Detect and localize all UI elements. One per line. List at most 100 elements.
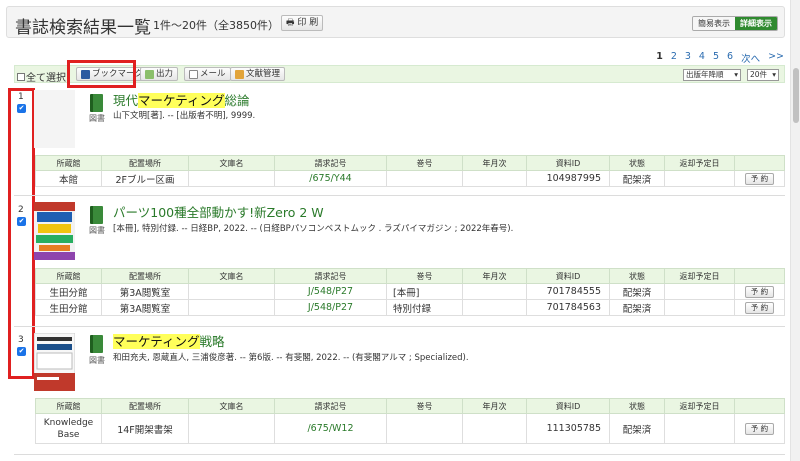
- library-cell: 生田分館: [35, 283, 102, 300]
- magazine-cover-image: [34, 202, 75, 260]
- record-title-link[interactable]: マーケティング戦略: [113, 331, 225, 350]
- holdings-table: 所蔵館 配置場所 文庫名 請求記号 巻号 年月次 資料ID 状態 返却予定日 生…: [35, 268, 785, 316]
- library-cell: Knowledge Base: [35, 413, 102, 444]
- holdings-header-row: 所蔵館 配置場所 文庫名 請求記号 巻号 年月次 資料ID 状態 返却予定日: [35, 155, 785, 171]
- year-cell: [462, 299, 527, 316]
- reserve-button[interactable]: 予 約: [744, 172, 775, 185]
- column-header: 配置場所: [101, 268, 189, 284]
- record-checkbox[interactable]: ✔: [17, 347, 26, 356]
- record-number: 2: [18, 205, 24, 215]
- page-link-1[interactable]: 1: [656, 51, 663, 65]
- book-icon: [90, 335, 103, 353]
- column-header: 文庫名: [188, 155, 275, 171]
- column-header: [734, 398, 785, 414]
- record-divider: [14, 195, 785, 196]
- page-link-4[interactable]: 4: [699, 51, 705, 65]
- select-all-checkbox[interactable]: 全て選択: [17, 69, 66, 84]
- record-checkbox[interactable]: ✔: [17, 217, 26, 226]
- reserve-cell: 予 約: [734, 283, 785, 300]
- column-header: 巻号: [386, 398, 463, 414]
- chevron-down-icon: ▾: [772, 70, 776, 79]
- reference-manage-button[interactable]: 文献管理: [230, 67, 286, 81]
- column-header: 年月次: [462, 155, 527, 171]
- reserve-button[interactable]: 予 約: [744, 285, 775, 298]
- call-number-link[interactable]: /675/W12: [274, 413, 387, 444]
- holding-row: 生田分館 第3A閲覧室 J/548/P27 [本冊] 701784555 配架済…: [35, 283, 785, 300]
- status-cell: 配架済: [609, 170, 665, 187]
- next-page-link[interactable]: 次へ: [741, 51, 760, 65]
- mail-button[interactable]: メール: [184, 67, 231, 81]
- holding-row: 本館 2Fブルー区画 /675/Y44 104987995 配架済 予 約: [35, 170, 785, 187]
- column-header: 返却予定日: [664, 268, 735, 284]
- simple-view-button[interactable]: 簡易表示: [693, 17, 735, 30]
- book-icon: [90, 94, 103, 112]
- column-header: 状態: [609, 155, 665, 171]
- print-button[interactable]: 🖶 印 刷: [281, 15, 324, 31]
- library-cell: 本館: [35, 170, 102, 187]
- record-title-link[interactable]: 現代マーケティング総論: [113, 90, 250, 109]
- holdings-header-row: 所蔵館 配置場所 文庫名 請求記号 巻号 年月次 資料ID 状態 返却予定日: [35, 398, 785, 414]
- column-header: 資料ID: [526, 155, 610, 171]
- book-cover: [34, 90, 75, 148]
- folder-icon: [235, 69, 244, 79]
- pagination: 1 2 3 4 5 6 次へ >>: [656, 51, 784, 65]
- mail-icon: [189, 69, 198, 79]
- column-header: 配置場所: [101, 155, 189, 171]
- call-number-link[interactable]: J/548/P27: [274, 283, 387, 300]
- per-page-select[interactable]: 20件 ▾: [747, 69, 779, 81]
- status-cell: 配架済: [609, 413, 665, 444]
- chevron-down-icon: ▾: [734, 70, 738, 79]
- page-link-6[interactable]: 6: [727, 51, 733, 65]
- column-header: [734, 155, 785, 171]
- location-cell: 第3A閲覧室: [101, 299, 189, 316]
- location-cell: 14F開架書架: [101, 413, 189, 444]
- volume-cell: [386, 170, 463, 187]
- item-id-cell: 701784563: [526, 299, 610, 316]
- reserve-cell: 予 約: [734, 170, 785, 187]
- detail-view-button[interactable]: 詳細表示: [735, 17, 777, 30]
- sort-order-select[interactable]: 出版年降順 ▾: [683, 69, 741, 81]
- record-meta: 山下文明[著]. -- [出版者不明], 9999.: [113, 111, 256, 121]
- column-header: 年月次: [462, 268, 527, 284]
- page-link-3[interactable]: 3: [685, 51, 691, 65]
- due-date-cell: [664, 283, 735, 300]
- call-number-link[interactable]: J/548/P27: [274, 299, 387, 316]
- item-id-cell: 701784555: [526, 283, 610, 300]
- record-title-link[interactable]: パーツ100種全部動かす!新Zero 2 W: [113, 202, 324, 221]
- book-cover-image: [33, 332, 76, 392]
- results-header: 書誌検索結果一覧 1件〜20件（全3850件） 🖶 印 刷 簡易表示 詳細表示: [6, 6, 785, 38]
- record-number: 1: [18, 92, 24, 102]
- record-checkbox[interactable]: ✔: [17, 104, 26, 113]
- column-header: 請求記号: [274, 155, 387, 171]
- volume-cell: [本冊]: [386, 283, 463, 300]
- column-header: 返却予定日: [664, 155, 735, 171]
- page-link-2[interactable]: 2: [671, 51, 677, 65]
- scrollbar-thumb[interactable]: [793, 68, 799, 123]
- column-header: 年月次: [462, 398, 527, 414]
- status-cell: 配架済: [609, 299, 665, 316]
- column-header: 文庫名: [188, 398, 275, 414]
- due-date-cell: [664, 170, 735, 187]
- record-meta: 和田充夫, 恩蔵直人, 三浦俊彦著. -- 第6版. -- 有斐閣, 2022.…: [113, 353, 469, 363]
- column-header: 状態: [609, 268, 665, 284]
- year-cell: [462, 413, 527, 444]
- column-header: 所蔵館: [35, 155, 102, 171]
- volume-cell: [386, 413, 463, 444]
- search-results-page: 書誌検索結果一覧 1件〜20件（全3850件） 🖶 印 刷 簡易表示 詳細表示 …: [0, 0, 800, 461]
- printer-icon: 🖶: [286, 18, 295, 28]
- location-cell: 2Fブルー区画: [101, 170, 189, 187]
- column-header: 所蔵館: [35, 268, 102, 284]
- output-button[interactable]: 出力: [140, 67, 179, 81]
- library-cell: 生田分館: [35, 299, 102, 316]
- call-number-link[interactable]: /675/Y44: [274, 170, 387, 187]
- last-page-link[interactable]: >>: [768, 51, 784, 65]
- item-id-cell: 104987995: [526, 170, 610, 187]
- vertical-scrollbar[interactable]: [790, 0, 800, 461]
- item-id-cell: 111305785: [526, 413, 610, 444]
- holdings-table: 所蔵館 配置場所 文庫名 請求記号 巻号 年月次 資料ID 状態 返却予定日 本…: [35, 155, 785, 187]
- reserve-button[interactable]: 予 約: [744, 422, 775, 435]
- reserve-button[interactable]: 予 約: [744, 301, 775, 314]
- page-link-5[interactable]: 5: [713, 51, 719, 65]
- column-header: 資料ID: [526, 268, 610, 284]
- column-header: 請求記号: [274, 398, 387, 414]
